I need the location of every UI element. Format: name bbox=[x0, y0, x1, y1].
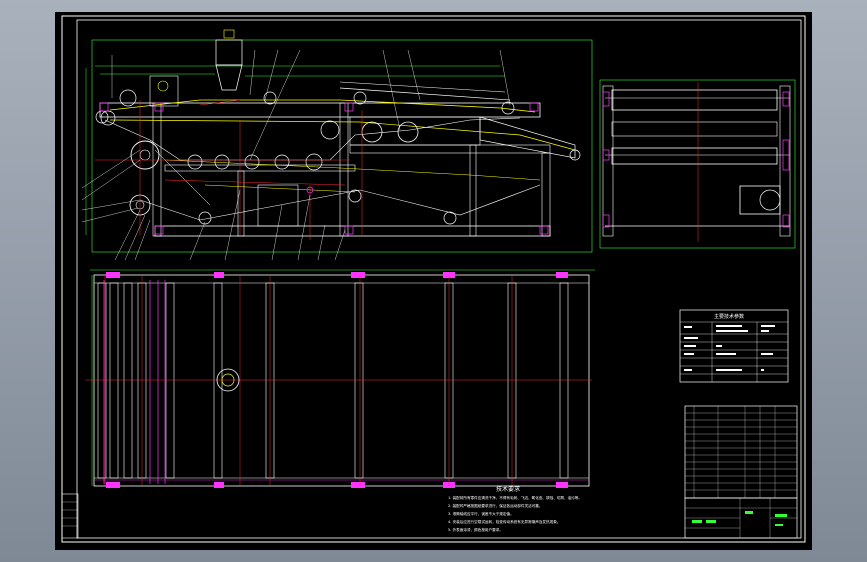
parts-list bbox=[684, 405, 798, 499]
elevation-boundary bbox=[91, 39, 593, 253]
notes-title: 技术要求 bbox=[496, 485, 520, 493]
side-view bbox=[599, 79, 796, 249]
base-beam bbox=[154, 225, 551, 237]
drawing-canvas: 技术要求 1. 装配前所有零件应清洗干净，不得有毛刺、飞边、氧化皮、锈蚀、切屑、… bbox=[61, 15, 806, 543]
feed-hopper bbox=[215, 39, 243, 66]
note-line-5: 5. 外表面涂漆，颜色按用户要求。 bbox=[448, 527, 503, 532]
drawing-sheet: 技术要求 1. 装配前所有零件应清洗干净，不得有毛刺、飞边、氧化皮、锈蚀、切屑、… bbox=[55, 12, 812, 550]
title-block bbox=[684, 497, 798, 539]
revision-block bbox=[61, 493, 79, 539]
spec-table-title: 主要技术参数 bbox=[714, 313, 744, 320]
press-rollers bbox=[95, 89, 581, 225]
note-line-3: 3. 滚筒轴线应平行，误差不大于规定值。 bbox=[448, 511, 514, 516]
cad-viewport[interactable]: 技术要求 1. 装配前所有零件应清洗干净，不得有毛刺、飞边、氧化皮、锈蚀、切屑、… bbox=[0, 0, 867, 562]
plan-view bbox=[85, 269, 595, 488]
specification-table: 主要技术参数 bbox=[679, 309, 789, 383]
note-line-2: 2. 装配时严格按图纸要求进行，保证各运动部件灵活可靠。 bbox=[448, 503, 542, 508]
front-elevation-view bbox=[81, 29, 593, 261]
note-line-4: 4. 安装后应进行空载试运转，检查传动系统有无异常噪声及发热现象。 bbox=[448, 519, 560, 524]
technical-notes: 技术要求 1. 装配前所有零件应清洗干净，不得有毛刺、飞边、氧化皮、锈蚀、切屑、… bbox=[448, 485, 582, 532]
note-line-1: 1. 装配前所有零件应清洗干净，不得有毛刺、飞边、氧化皮、锈蚀、切屑、油污等。 bbox=[448, 495, 582, 500]
top-beam bbox=[99, 102, 541, 118]
